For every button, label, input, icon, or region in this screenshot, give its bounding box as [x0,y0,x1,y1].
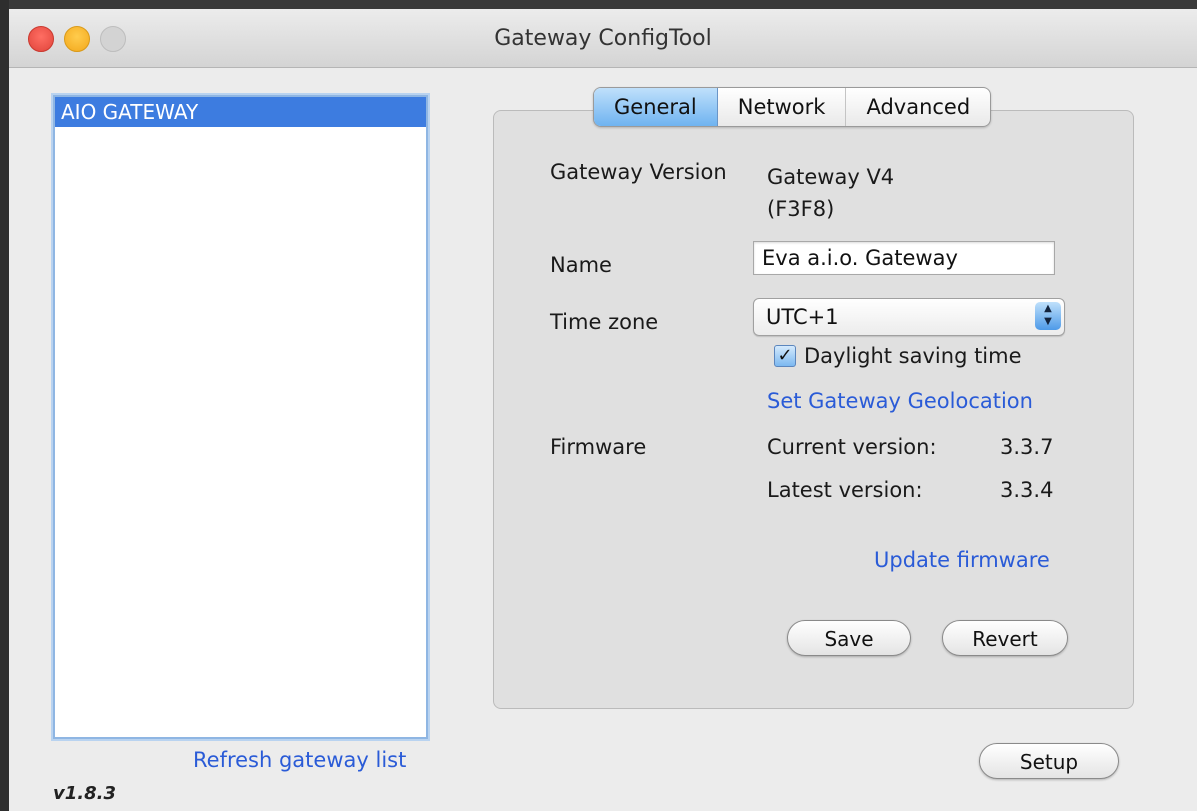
updown-arrows-icon: ▲ ▼ [1035,302,1061,330]
window-title: Gateway ConfigTool [494,26,712,51]
screen-top-edge [0,0,1197,9]
tab-network[interactable]: Network [718,88,847,126]
gateway-list-item-selected[interactable]: AIO GATEWAY [55,97,426,127]
update-firmware-link[interactable]: Update firmware [874,548,1050,572]
revert-button[interactable]: Revert [942,620,1068,656]
name-field[interactable] [753,241,1055,275]
daylight-saving-label: Daylight saving time [804,344,1022,368]
tab-general[interactable]: General [594,88,718,126]
firmware-label: Firmware [550,435,647,459]
timezone-select[interactable]: UTC+1 ▲ ▼ [753,298,1065,336]
gateway-version-id: (F3F8) [767,197,835,221]
current-version-value: 3.3.7 [1000,435,1054,459]
timezone-label: Time zone [550,310,659,334]
current-version-label: Current version: [767,435,937,459]
gateway-list[interactable]: AIO GATEWAY [53,95,428,739]
refresh-gateway-list-link[interactable]: Refresh gateway list [193,748,406,772]
set-geolocation-link[interactable]: Set Gateway Geolocation [767,389,1033,413]
app-version-label: v1.8.3 [53,783,116,804]
title-bar: Gateway ConfigTool [9,9,1197,68]
daylight-saving-checkbox-row[interactable]: ✓ Daylight saving time [774,342,1022,370]
latest-version-value: 3.3.4 [1000,478,1054,502]
tab-advanced[interactable]: Advanced [846,88,990,126]
screen-left-edge [0,0,9,811]
gateway-version-value: Gateway V4 [767,165,895,189]
setup-button[interactable]: Setup [979,743,1119,779]
name-label: Name [550,253,612,277]
save-button[interactable]: Save [787,620,911,656]
gateway-version-label: Gateway Version [550,160,727,184]
timezone-selected-value: UTC+1 [766,305,839,329]
latest-version-label: Latest version: [767,478,923,502]
daylight-saving-checkbox[interactable]: ✓ [774,345,796,367]
tab-bar: General Network Advanced [593,87,992,127]
